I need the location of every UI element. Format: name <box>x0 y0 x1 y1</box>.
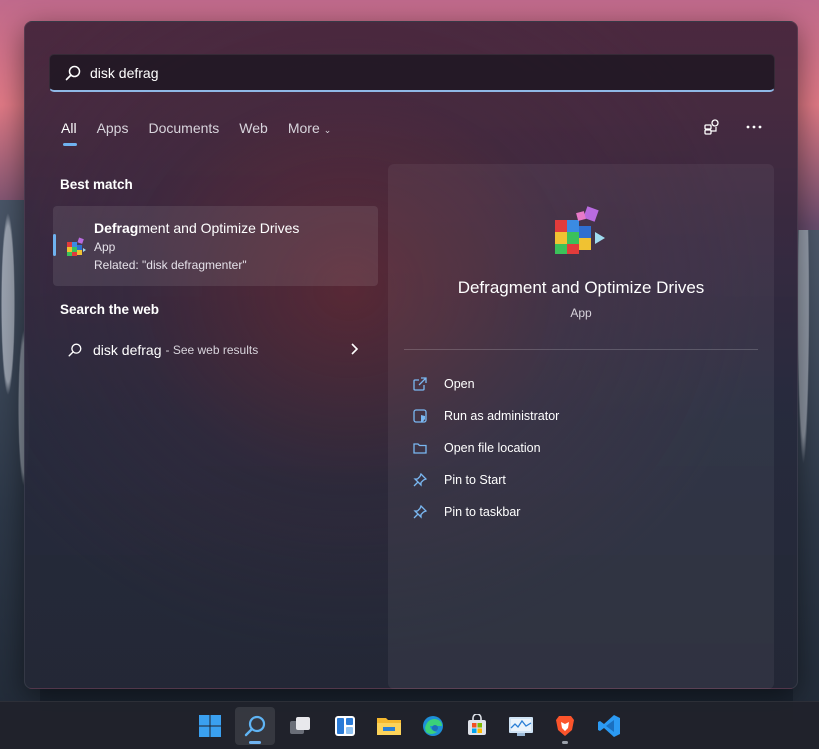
shield-icon <box>412 408 428 424</box>
filter-tabs: All Apps Documents Web More ⌄ <box>61 120 351 146</box>
taskbar-store-button[interactable] <box>457 707 497 745</box>
selection-indicator <box>53 234 56 256</box>
taskbar-vscode-button[interactable] <box>589 707 629 745</box>
search-box[interactable] <box>49 54 775 92</box>
tab-all[interactable]: All <box>61 120 77 146</box>
taskbar-brave-button[interactable] <box>545 707 585 745</box>
ellipsis-icon <box>746 125 762 129</box>
preview-actions: Open Run as administrator Open file loca… <box>412 368 559 528</box>
pin-icon <box>412 472 428 488</box>
result-name-rest: ment and Optimize Drives <box>138 220 300 236</box>
tab-web[interactable]: Web <box>239 120 268 146</box>
windows-logo-icon <box>199 715 221 737</box>
divider <box>404 349 758 350</box>
search-icon <box>65 65 81 80</box>
search-panel: All Apps Documents Web More⌄ Best match <box>24 21 798 689</box>
search-icon <box>244 715 266 737</box>
widgets-icon <box>335 716 355 736</box>
tab-apps[interactable]: Apps <box>97 120 129 146</box>
web-search-result[interactable]: disk defrag - See web results <box>53 332 378 368</box>
action-label: Open file location <box>444 441 541 455</box>
web-query: disk defrag <box>93 342 162 358</box>
tab-label: All <box>61 120 77 136</box>
web-hint: - See web results <box>165 343 259 357</box>
open-external-icon <box>412 376 428 392</box>
more-options-button[interactable] <box>743 116 765 138</box>
taskbar-search-button[interactable] <box>235 707 275 745</box>
action-open-file-location[interactable]: Open file location <box>412 432 559 464</box>
tab-label: Apps <box>96 120 129 136</box>
task-view-icon <box>290 717 310 734</box>
pin-icon <box>412 504 428 520</box>
taskbar-edge-button[interactable] <box>413 707 453 745</box>
taskbar-widgets-button[interactable] <box>325 707 365 745</box>
search-web-heading: Search the web <box>60 302 160 317</box>
action-open[interactable]: Open <box>412 368 559 400</box>
action-label: Run as administrator <box>444 409 560 423</box>
action-label: Open <box>444 377 475 391</box>
preview-title: Defragment and Optimize Drives <box>457 278 705 297</box>
active-indicator <box>249 741 261 744</box>
action-pin-to-start[interactable]: Pin to Start <box>412 464 559 496</box>
best-match-result[interactable]: Defragment and Optimize Drives App Relat… <box>53 206 378 286</box>
search-icon <box>68 343 82 357</box>
best-match-heading: Best match <box>60 177 133 192</box>
taskbar-file-explorer-button[interactable] <box>369 707 409 745</box>
defrag-app-icon <box>555 206 605 254</box>
taskbar <box>0 701 819 749</box>
tab-label: More <box>287 120 320 136</box>
tab-documents[interactable]: Documents <box>148 120 219 146</box>
tab-label: Web <box>239 120 268 136</box>
store-icon <box>468 714 486 735</box>
taskbar-resource-monitor-button[interactable] <box>501 707 541 745</box>
search-input[interactable] <box>90 64 690 81</box>
preview-pane: Defragment and Optimize Drives App Open … <box>388 164 774 689</box>
top-actions <box>701 116 765 138</box>
edge-icon <box>423 716 443 736</box>
vscode-icon <box>598 715 620 737</box>
connected-accounts-button[interactable] <box>701 116 723 138</box>
action-run-as-admin[interactable]: Run as administrator <box>412 400 559 432</box>
result-related: Related: "disk defragmenter" <box>94 258 247 272</box>
defrag-app-icon <box>67 237 86 256</box>
taskbar-start-button[interactable] <box>190 707 230 745</box>
chevron-right-icon[interactable] <box>348 342 360 356</box>
result-type: App <box>94 240 116 254</box>
folder-icon <box>412 440 428 456</box>
action-pin-to-taskbar[interactable]: Pin to taskbar <box>412 496 559 528</box>
chevron-down-icon: ⌄ <box>323 125 332 135</box>
network-people-icon <box>704 119 719 135</box>
folder-icon <box>377 718 401 735</box>
tab-more[interactable]: More ⌄ <box>288 120 331 146</box>
result-name-match: Defrag <box>94 220 139 236</box>
running-indicator <box>562 741 568 744</box>
preview-type: App <box>570 306 592 320</box>
result-name: Defragment and Optimize Drives <box>94 220 299 236</box>
action-label: Pin to Start <box>444 473 506 487</box>
monitor-chart-icon <box>509 717 533 736</box>
brave-icon <box>556 716 574 736</box>
taskbar-task-view-button[interactable] <box>280 707 320 745</box>
action-label: Pin to taskbar <box>444 505 521 519</box>
tab-label: Documents <box>148 120 220 136</box>
